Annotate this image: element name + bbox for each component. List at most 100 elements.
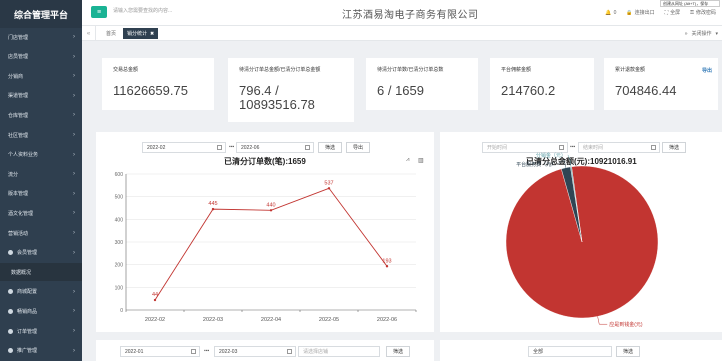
export-link[interactable]: 导出 [702,67,712,74]
category-select[interactable]: 全部 [528,346,612,357]
sidebar-item[interactable]: 酒文化管理 › [0,204,82,222]
chevron-right-icon: › [73,112,75,119]
range-separator: ▪▪▪ [204,348,210,354]
chevron-right-icon: › [73,230,75,236]
search-input[interactable]: 请输入您需要查找的内容... [113,7,223,14]
stat-card-order-count: 待清分订单数/已清分订单总数 6 / 1659 [366,58,478,110]
filter-button[interactable]: 筛选 [616,346,640,357]
pie-chart: 应是到钱金(元) 平台服务费（元） 分销金（元） [505,152,659,328]
header-tools: 🔔 0 🔒 连接出口 ⛶ 全屏 ⚿ 修改密码 [605,9,716,17]
slice-label: 分销金（元） [536,152,566,159]
logout-button[interactable]: 🔒 连接出口 [626,9,654,17]
line-chart: 0 100 200 300 400 500 600 2022-02 2022-03 2022-04… [115,172,417,323]
sidebar-item[interactable]: 个人资料业务 › [0,146,82,164]
data-point [385,265,389,268]
chevron-right-icon: › [73,249,75,256]
sidebar-item[interactable]: 版本管理 › [0,185,82,203]
sidebar-item-label: 数据概况 [11,269,32,276]
chevron-down-icon: ▾ [715,30,718,37]
tab-settlement-stats[interactable]: 销分统计 ✖ [123,28,159,39]
sidebar-item-label: 会员管理 [17,250,38,257]
x-tick-label: 2022-02 [145,317,165,323]
x-tick-label: 2022-04 [261,317,281,323]
tab-home[interactable]: 首页 [102,28,120,39]
change-password-button[interactable]: ⚿ 修改密码 [690,9,716,17]
sidebar-item-label: 个人资料业务 [8,152,39,159]
line-chart-panel: 2022-02 ▪▪▪ 2022-06 筛选 导出 已清分订单数(笔):1659… [96,132,434,332]
calendar-icon [287,349,292,354]
sidebar-item-label: 畅销商品 [17,308,38,315]
tab-scroll-left-button[interactable]: « [82,26,96,41]
slice-label: 应是到钱金(元) [609,321,643,328]
y-tick-label: 200 [115,263,124,269]
sidebar-item[interactable]: 会员管理 › [0,244,82,262]
menu-item-icon [8,250,13,256]
sidebar-item[interactable]: 营销活动 › [0,224,82,242]
filter-button[interactable]: 筛选 [386,346,410,357]
data-label: 440 [266,202,275,208]
chevron-right-icon: › [73,92,75,99]
stat-value: 6 / 1659 [377,83,424,98]
fullscreen-button[interactable]: ⛶ 全屏 [664,9,681,17]
bottom-right-panel: 全部 筛选 [440,340,722,361]
sidebar-item-label: 订单管理 [17,328,38,335]
sidebar-item[interactable]: 流分 › [0,165,82,183]
x-tick-label: 2022-03 [203,317,223,323]
menu-item-icon [8,289,13,295]
notification-button[interactable]: 🔔 0 [605,9,616,16]
stat-value: 214760.2 [501,83,556,98]
sidebar-item[interactable]: 推广管理 › [0,342,82,360]
tab-close-ops: » 关闭操作 ▾ [685,26,718,41]
fullscreen-icon: ⛶ [664,9,669,16]
sidebar-item[interactable]: 数据概况 [0,263,82,282]
sidebar-item[interactable]: 社区管理 › [0,126,82,144]
chevron-right-icon: › [73,171,75,178]
stat-value: 796.4 / 10893516.78 [239,83,315,112]
y-tick-label: 100 [115,285,124,291]
y-tick-label: 600 [115,172,124,178]
tab-scroll-right-button[interactable]: » [685,31,688,37]
chevron-right-icon: › [73,34,75,40]
chevron-right-icon: › [73,347,75,354]
chevron-right-icon: › [73,132,75,138]
sidebar-item[interactable]: 仓库管理 › [0,106,82,124]
double-chevron-left-icon: « [86,30,91,37]
x-tick-label: 2022-05 [319,317,339,323]
tab-bar: « 首页 销分统计 ✖ » 关闭操作 ▾ [82,26,722,41]
data-point [327,187,331,190]
close-icon[interactable]: ✖ [150,31,154,37]
chevron-right-icon: › [73,308,75,315]
data-point [211,207,215,211]
menu-toggle-button[interactable]: ≡ [91,6,107,18]
stat-card-total-trade: 交易总金额 11626659.75 [102,58,214,110]
x-tick-label: 2022-06 [377,317,397,323]
sidebar-item-label: 营销活动 [8,230,29,237]
calendar-icon [191,349,196,354]
end-date-input[interactable]: 2022-03 [214,346,296,357]
slice-label: 平台服务费（元） [516,161,556,168]
bell-icon: 🔔 [605,9,612,16]
slice-leader-line [597,316,608,325]
sidebar-item-label: 社区管理 [8,132,29,139]
shop-select[interactable]: 请选择店铺 [298,346,380,357]
stat-value: 704846.44 [615,83,677,98]
start-date-input[interactable]: 2022-01 [120,346,200,357]
slice-leader-line [567,154,572,167]
key-icon: ⚿ [690,9,694,16]
sidebar-item-label: 仓库管理 [8,112,29,119]
sidebar-item[interactable]: 商城配置 › [0,283,82,301]
sidebar-item[interactable]: 门店管理 › [0,28,82,46]
sidebar-item[interactable]: 畅销商品 › [0,302,82,320]
stat-card-platform-commission: 平台佣薪金额 214760.2 [490,58,594,110]
bottom-left-panel: 2022-01 ▪▪▪ 2022-03 请选择店铺 筛选 [96,340,434,361]
sidebar-item[interactable]: 分销商 › [0,67,82,85]
sidebar-item-label: 酒文化管理 [8,210,34,217]
sidebar-item[interactable]: 店员管理 › [0,48,82,66]
chevron-right-icon: › [73,53,75,60]
sidebar-item-label: 店员管理 [8,54,29,61]
data-point [269,209,273,212]
sidebar-item[interactable]: 渠道管理 › [0,87,82,105]
close-ops-dropdown[interactable]: 关闭操作 [691,30,711,37]
sidebar-item-label: 分销商 [8,73,24,80]
sidebar-item[interactable]: 订单管理 › [0,322,82,340]
